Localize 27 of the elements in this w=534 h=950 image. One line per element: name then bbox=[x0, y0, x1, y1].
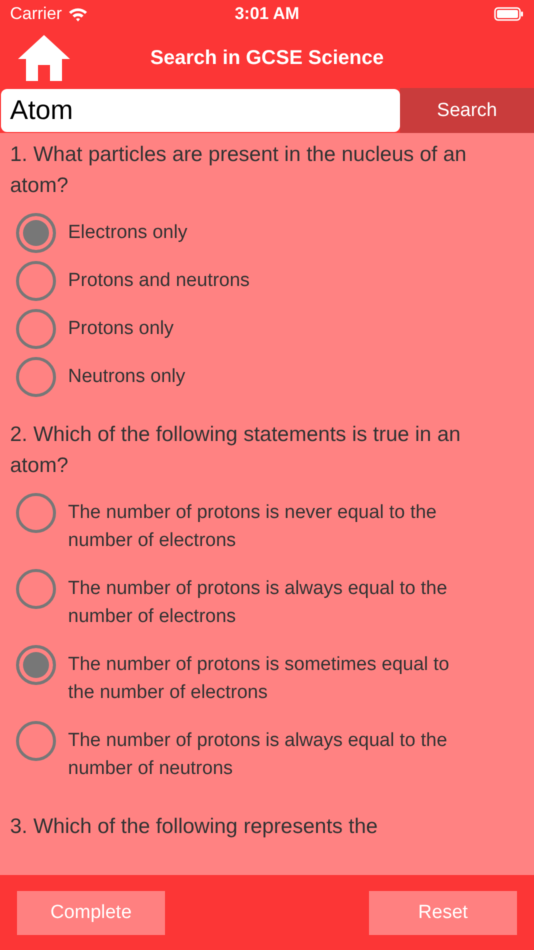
option-label[interactable]: Protons only bbox=[68, 309, 174, 349]
option-label[interactable]: The number of protons is always equal to the number of electrons bbox=[68, 569, 478, 637]
radio-button[interactable] bbox=[16, 213, 56, 253]
question-text: 1. What particles are present in the nucleus of an atom? bbox=[10, 142, 468, 199]
header-title: Search in GCSE Science bbox=[149, 46, 385, 70]
radio-button[interactable] bbox=[16, 309, 56, 349]
question-text: 2. Which of the following statements is true in an atom? bbox=[10, 422, 462, 479]
option-label[interactable]: Neutrons only bbox=[68, 357, 186, 397]
radio-button[interactable] bbox=[16, 569, 56, 609]
radio-button[interactable] bbox=[16, 721, 56, 761]
option-label[interactable]: Electrons only bbox=[68, 213, 188, 253]
radio-button[interactable] bbox=[16, 493, 56, 533]
option-label[interactable]: The number of protons is sometimes equal to the number of electrons bbox=[68, 645, 478, 713]
time-label: 3:01 AM bbox=[234, 4, 300, 24]
carrier-label: Carrier bbox=[10, 4, 62, 24]
radio-button[interactable] bbox=[16, 261, 56, 301]
option-label[interactable]: The number of protons is never equal to the number of electrons bbox=[68, 493, 478, 561]
battery-icon bbox=[494, 7, 524, 21]
radio-button[interactable] bbox=[16, 645, 56, 685]
question-text: 3. Which of the following represents the bbox=[10, 814, 379, 840]
home-icon[interactable] bbox=[16, 33, 72, 83]
option-label[interactable]: The number of protons is always equal to the number of neutrons bbox=[68, 721, 478, 789]
wifi-icon bbox=[68, 6, 88, 22]
radio-button[interactable] bbox=[16, 357, 56, 397]
search-button[interactable]: Search bbox=[400, 88, 534, 133]
search-field[interactable]: Atom bbox=[1, 89, 400, 132]
option-label[interactable]: Protons and neutrons bbox=[68, 261, 250, 301]
